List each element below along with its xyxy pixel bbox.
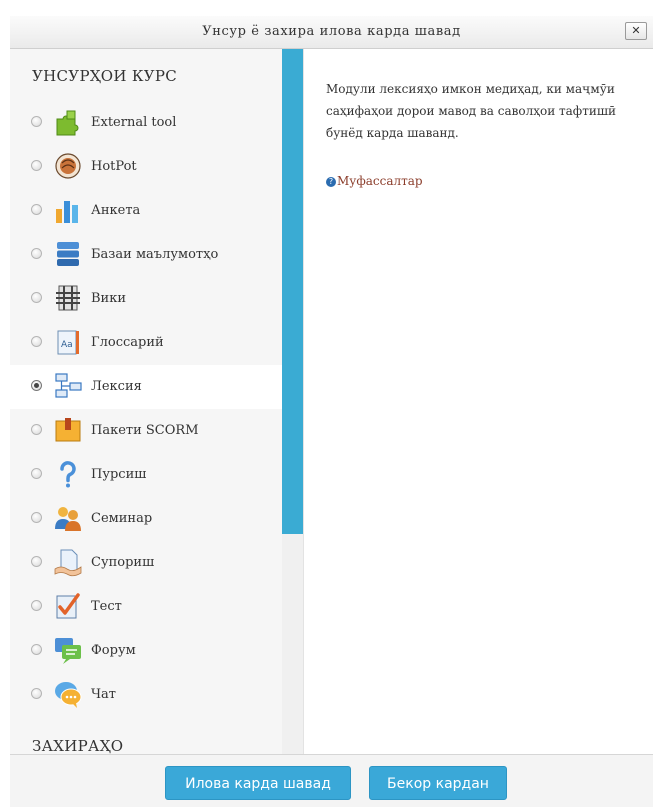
option-label: HotPot [91, 159, 137, 174]
radio-question[interactable] [31, 468, 42, 479]
survey-icon [56, 201, 78, 223]
activities-heading: УНСУРҲОИ КУРС [32, 67, 178, 85]
radio-database[interactable] [31, 248, 42, 259]
module-details: Модули лексияҳо имкон медиҳад, ки маҷмӯи… [303, 49, 653, 754]
radio-quiz[interactable] [31, 600, 42, 611]
radio-scorm[interactable] [31, 424, 42, 435]
close-button[interactable]: ✕ [625, 22, 647, 40]
option-label: Чат [91, 687, 116, 702]
assignment-icon [54, 549, 82, 577]
option-question[interactable]: Пурсиш [10, 453, 282, 497]
svg-text:Aa: Aa [61, 340, 73, 350]
option-database[interactable]: Базаи маълумотҳо [10, 233, 282, 277]
option-survey[interactable]: Анкета [10, 189, 282, 233]
option-label: Пурсиш [91, 467, 147, 482]
resources-heading: ЗАХИРАҲО [32, 737, 124, 754]
wiki-icon [56, 285, 80, 311]
more-help-link[interactable]: ? Муфассалтар [326, 174, 423, 188]
chat-icon [55, 682, 82, 708]
option-lesson[interactable]: Лексия [10, 365, 282, 409]
radio-wiki[interactable] [31, 292, 42, 303]
option-label: Глоссарий [91, 335, 164, 350]
hotpot-icon [55, 153, 81, 179]
option-wiki[interactable]: Вики [10, 277, 282, 321]
option-label: Базаи маълумотҳо [91, 247, 219, 262]
close-icon: ✕ [631, 24, 641, 37]
lesson-icon [55, 373, 82, 398]
radio-lesson[interactable] [31, 380, 42, 391]
option-external-tool[interactable]: External tool [10, 101, 282, 145]
more-help-label: Муфассалтар [337, 174, 423, 188]
option-label: Тест [91, 599, 122, 614]
scrollbar-thumb[interactable] [282, 49, 303, 534]
option-label: Анкета [91, 203, 141, 218]
list-scrollbar[interactable] [282, 49, 303, 754]
option-label: Семинар [91, 511, 153, 526]
option-label: Форум [91, 643, 136, 658]
option-label: External tool [91, 115, 177, 130]
option-quiz[interactable]: Тест [10, 585, 282, 629]
scorm-icon [55, 418, 81, 442]
database-icon [57, 242, 79, 266]
radio-assignment[interactable] [31, 556, 42, 567]
dialog-footer: Илова карда шавад Бекор кардан [10, 754, 653, 807]
option-forum[interactable]: Форум [10, 629, 282, 673]
cancel-button[interactable]: Бекор кардан [369, 766, 507, 800]
question-icon [60, 461, 76, 488]
add-activity-dialog: Унсур ё захира илова карда шавад ✕ УНСУР… [0, 0, 653, 807]
option-hotpot[interactable]: HotPot [10, 145, 282, 189]
option-scorm[interactable]: Пакети SCORM [10, 409, 282, 453]
radio-hotpot[interactable] [31, 160, 42, 171]
add-button[interactable]: Илова карда шавад [165, 766, 351, 800]
option-label: Лексия [91, 379, 142, 394]
quiz-icon [56, 593, 80, 619]
forum-icon [55, 638, 81, 664]
option-assignment[interactable]: Супориш [10, 541, 282, 585]
option-label: Пакети SCORM [91, 423, 199, 438]
option-chat[interactable]: Чат [10, 673, 282, 717]
external-tool-icon [56, 110, 79, 136]
option-workshop[interactable]: Семинар [10, 497, 282, 541]
radio-glossary[interactable] [31, 336, 42, 347]
option-label: Вики [91, 291, 127, 306]
radio-survey[interactable] [31, 204, 42, 215]
module-list: УНСУРҲОИ КУРС External tool HotPot Анкет… [10, 49, 282, 754]
radio-external-tool[interactable] [31, 116, 42, 127]
option-label: Супориш [91, 555, 155, 570]
glossary-icon: Aa [57, 330, 79, 355]
dialog-titlebar: Унсур ё захира илова карда шавад ✕ [10, 16, 653, 49]
help-icon: ? [326, 177, 336, 187]
workshop-icon [55, 507, 81, 531]
radio-workshop[interactable] [31, 512, 42, 523]
radio-forum[interactable] [31, 644, 42, 655]
dialog-title: Унсур ё захира илова карда шавад [202, 24, 461, 39]
option-glossary[interactable]: Aa Глоссарий [10, 321, 282, 365]
radio-chat[interactable] [31, 688, 42, 699]
module-description: Модули лексияҳо имкон медиҳад, ки маҷмӯи… [326, 82, 616, 140]
